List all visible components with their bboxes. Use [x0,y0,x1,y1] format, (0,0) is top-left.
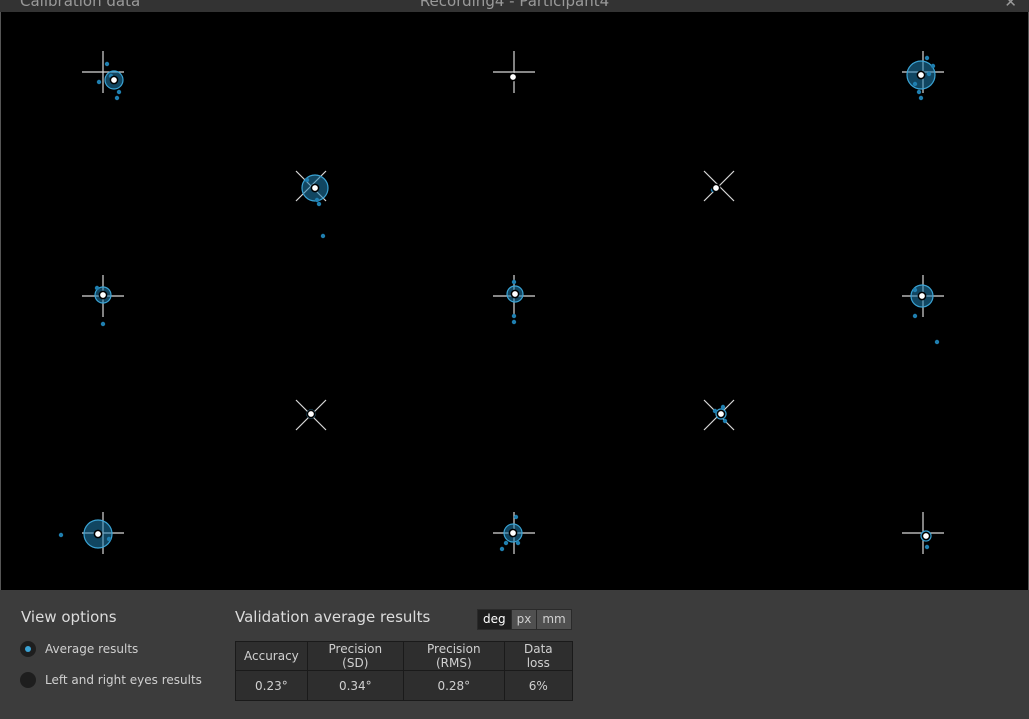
validation-heading: Validation average results [235,608,431,626]
gaze-sample-dot [499,546,505,552]
gaze-sample-dot [912,313,918,319]
gaze-sample-dot [104,61,110,67]
gaze-mean-point [93,529,103,539]
radio-average-results[interactable]: Average results [20,641,138,657]
gaze-mean-point [510,289,520,299]
gaze-mean-point [711,183,721,193]
unit-deg-button[interactable]: deg [478,610,512,629]
accuracy-value: 0.23° [235,670,308,701]
gaze-mean-point [98,290,108,300]
validation-results-table: Accuracy Precision (SD) Precision (RMS) … [235,641,573,701]
gaze-sample-dot [96,79,102,85]
table-row: 0.23° 0.34° 0.28° 6% [235,670,573,701]
gaze-sample-dot [924,55,930,61]
gaze-mean-point [508,528,518,538]
unit-toggle: deg px mm [477,609,572,630]
gaze-sample-dot [511,279,517,285]
gaze-mean-point [917,291,927,301]
column-header-data-loss: Data loss [503,641,573,671]
gaze-mean-point [921,531,931,541]
gaze-sample-dot [320,233,326,239]
recording-title: Recording4 - Participant4 [419,0,610,10]
gaze-sample-dot [926,71,932,77]
gaze-sample-dot [114,95,120,101]
gaze-sample-dot [924,544,930,550]
calibration-plot-svg [58,51,944,554]
gaze-sample-dot [106,536,112,542]
column-header-accuracy: Accuracy [235,641,308,671]
gaze-sample-dot [515,540,521,546]
gaze-sample-dot [511,313,517,319]
close-icon[interactable]: ✕ [1004,0,1017,11]
data-loss-value: 6% [503,670,573,701]
gaze-sample-dot [918,95,924,101]
gaze-mean-point [310,183,320,193]
radio-left-right-eyes[interactable]: Left and right eyes results [20,672,202,688]
gaze-sample-dot [720,404,726,410]
gaze-sample-dot [304,177,310,183]
gaze-mean-point [306,409,316,419]
gaze-mean-point [508,72,518,82]
gaze-sample-dot [116,89,122,95]
gaze-sample-dot [930,63,936,69]
gaze-sample-dot [722,418,728,424]
unit-mm-button[interactable]: mm [537,610,571,629]
gaze-sample-dot [934,339,940,345]
title-bar: Calibration data Recording4 - Participan… [0,0,1029,12]
calibration-window: Calibration data Recording4 - Participan… [0,0,1029,719]
radio-label: Average results [45,642,139,656]
radio-button[interactable] [20,672,36,688]
gaze-sample-dot [712,408,718,414]
gaze-mean-point [716,409,726,419]
table-header-row: Accuracy Precision (SD) Precision (RMS) … [235,641,573,671]
gaze-sample-dot [94,285,100,291]
calibration-plot [0,12,1029,590]
gaze-sample-dot [511,319,517,325]
column-header-precision-sd: Precision (SD) [306,641,404,671]
column-header-precision-rms: Precision (RMS) [402,641,505,671]
gaze-sample-dot [100,321,106,327]
unit-px-button[interactable]: px [511,610,538,629]
gaze-sample-dot [316,201,322,207]
gaze-sample-dot [503,540,509,546]
precision-rms-value: 0.28° [402,670,505,701]
precision-sd-value: 0.34° [306,670,404,701]
gaze-sample-dot [314,197,320,203]
gaze-sample-dot [916,89,922,95]
radio-label: Left and right eyes results [45,673,202,687]
radio-button-selected[interactable] [20,641,36,657]
view-options-heading: View options [21,608,117,626]
gaze-sample-dot [912,287,918,293]
gaze-sample-dot [912,81,918,87]
gaze-sample-dot [513,514,519,520]
gaze-mean-point [916,70,926,80]
gaze-sample-dot [58,532,64,538]
gaze-mean-point [109,75,119,85]
results-panel: View options Average results Left and ri… [0,590,1029,719]
